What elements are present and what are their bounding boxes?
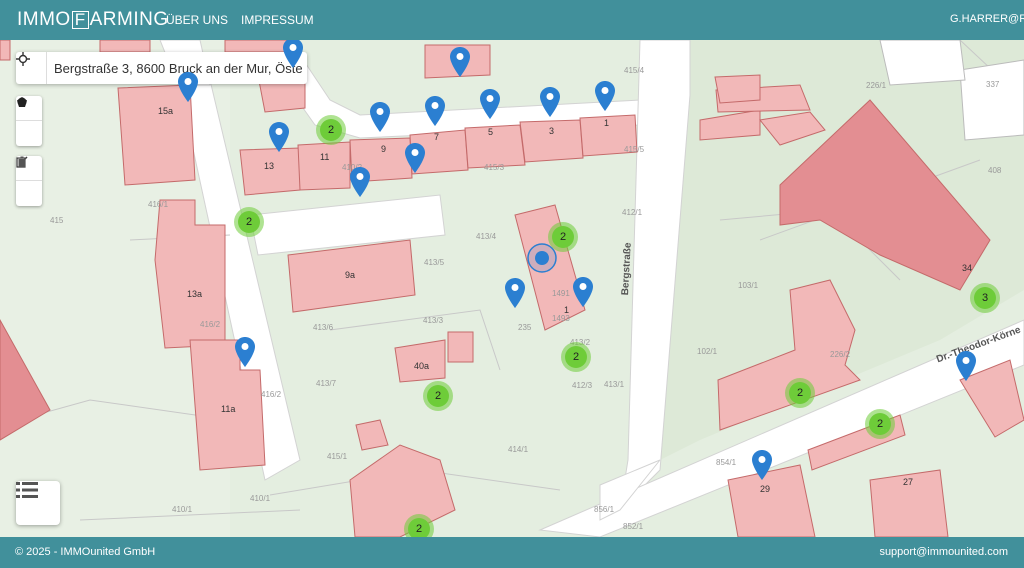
marker-cluster[interactable]: 3 — [970, 283, 1000, 313]
house-number: 27 — [903, 477, 914, 487]
parcel-label: 412/3 — [572, 381, 593, 390]
marker-cluster[interactable]: 2 — [234, 207, 264, 237]
cluster-count: 2 — [408, 518, 430, 537]
house-number: 40a — [414, 361, 430, 371]
cluster-count: 2 — [427, 385, 449, 407]
house-number: 11 — [320, 152, 330, 162]
cluster-count: 3 — [974, 287, 996, 309]
house-number: 13 — [264, 161, 275, 171]
nav-link-imprint[interactable]: IMPRESSUM — [241, 13, 314, 27]
circle-icon[interactable] — [16, 97, 42, 146]
list-icon[interactable] — [16, 481, 60, 525]
parcel-label: 414/1 — [508, 445, 529, 454]
location-pin-icon[interactable] — [480, 89, 500, 119]
parcel-label: 413/5 — [424, 258, 445, 267]
parcel-label: 412/1 — [622, 208, 643, 217]
parcel-label: 852/1 — [623, 522, 644, 531]
house-number: 11a — [221, 404, 236, 414]
location-pin-icon[interactable] — [269, 122, 289, 152]
footer: © 2025 - IMMOunited GmbH support@immouni… — [0, 537, 1024, 568]
parcel-label: 415/1 — [327, 452, 348, 461]
location-pin-icon[interactable] — [235, 337, 255, 367]
user-account-menu[interactable]: G.HARRER@RE — [950, 13, 1024, 25]
location-pin-icon[interactable] — [752, 450, 772, 480]
location-pin-icon[interactable] — [595, 81, 615, 111]
house-number: 5 — [488, 127, 494, 137]
edit-toolbar — [16, 156, 42, 206]
parcel-label: 103/1 — [738, 281, 759, 290]
parcel-label: 416/1 — [148, 200, 169, 209]
house-number: 15a — [158, 106, 174, 116]
location-pin-icon[interactable] — [450, 47, 470, 77]
parcel-label: 235 — [518, 323, 532, 332]
parcel-label: 337 — [986, 80, 1000, 89]
parcel-label: 416/2 — [200, 320, 221, 329]
house-number: 9a — [345, 270, 356, 280]
parcel-label: 854/1 — [716, 458, 737, 467]
cluster-count: 2 — [238, 211, 260, 233]
house-number: 34 — [962, 263, 973, 273]
location-pin-icon[interactable] — [956, 351, 976, 381]
map-view[interactable]: Bergstraße Dr.-Theodor-Körne 15a 13a 11a… — [0, 40, 1024, 537]
cluster-count: 2 — [320, 119, 342, 141]
parcel-label: 226/1 — [866, 81, 887, 90]
trash-icon[interactable] — [16, 156, 42, 206]
parcel-label: 413/3 — [423, 316, 444, 325]
app-logo[interactable]: IMMO F ARMING — [17, 9, 169, 31]
parcel-label: 413/4 — [476, 232, 497, 241]
parcel-label: 1491 — [552, 289, 570, 298]
house-number: 29 — [760, 484, 771, 494]
location-pin-icon[interactable] — [370, 102, 390, 132]
house-number: 7 — [434, 132, 440, 142]
parcel-label: 1493 — [552, 314, 570, 323]
cluster-count: 2 — [552, 226, 574, 248]
location-pin-icon[interactable] — [283, 40, 303, 68]
parcel-label: 410/1 — [172, 505, 193, 514]
logo-box-letter: F — [71, 11, 89, 29]
logo-text-left: IMMO — [17, 9, 71, 30]
location-pin-icon[interactable] — [540, 87, 560, 117]
parcel-label: 856/1 — [594, 505, 615, 514]
parcel-label: 408 — [988, 166, 1002, 175]
location-pin-icon[interactable] — [425, 96, 445, 126]
house-number: 13a — [187, 289, 203, 299]
marker-cluster[interactable]: 2 — [548, 222, 578, 252]
marker-cluster[interactable]: 2 — [404, 514, 434, 537]
cluster-count: 2 — [869, 413, 891, 435]
house-number: 3 — [549, 126, 555, 136]
location-pin-icon[interactable] — [350, 167, 370, 197]
parcel-label: 410/1 — [250, 494, 271, 503]
marker-cluster[interactable]: 2 — [316, 115, 346, 145]
marker-cluster[interactable]: 2 — [865, 409, 895, 439]
crosshair-icon[interactable] — [16, 52, 47, 84]
marker-cluster[interactable]: 2 — [785, 378, 815, 408]
top-navbar: IMMO F ARMING ÜBER UNS IMPRESSUM G.HARRER@… — [0, 0, 1024, 40]
location-pin-icon[interactable] — [573, 277, 593, 307]
location-pin-icon[interactable] — [405, 143, 425, 173]
parcel-label: 415/4 — [624, 66, 645, 75]
parcel-label: 226/2 — [830, 350, 851, 359]
footer-support-email[interactable]: support@immounited.com — [879, 546, 1008, 558]
parcel-label: 102/1 — [697, 347, 718, 356]
marker-cluster[interactable]: 2 — [423, 381, 453, 411]
parcel-label: 413/7 — [316, 379, 337, 388]
nav-link-about[interactable]: ÜBER UNS — [166, 13, 228, 27]
parcel-label: 415 — [50, 216, 64, 225]
cluster-count: 2 — [565, 346, 587, 368]
parcel-label: 413/6 — [313, 323, 334, 332]
house-number: 1 — [604, 118, 610, 128]
location-pin-icon[interactable] — [505, 278, 525, 308]
marker-cluster[interactable]: 2 — [561, 342, 591, 372]
house-number: 9 — [381, 144, 387, 154]
parcel-label: 413/1 — [604, 380, 625, 389]
parcel-label: 415/5 — [624, 145, 645, 154]
address-search-box — [16, 52, 307, 84]
cluster-count: 2 — [789, 382, 811, 404]
parcel-label: 415/3 — [484, 163, 505, 172]
logo-text-right: ARMING — [89, 9, 169, 30]
footer-copyright: © 2025 - IMMOunited GmbH — [15, 546, 156, 558]
draw-toolbar — [16, 96, 42, 146]
parcel-label: 416/2 — [261, 390, 282, 399]
location-pin-icon[interactable] — [178, 72, 198, 102]
